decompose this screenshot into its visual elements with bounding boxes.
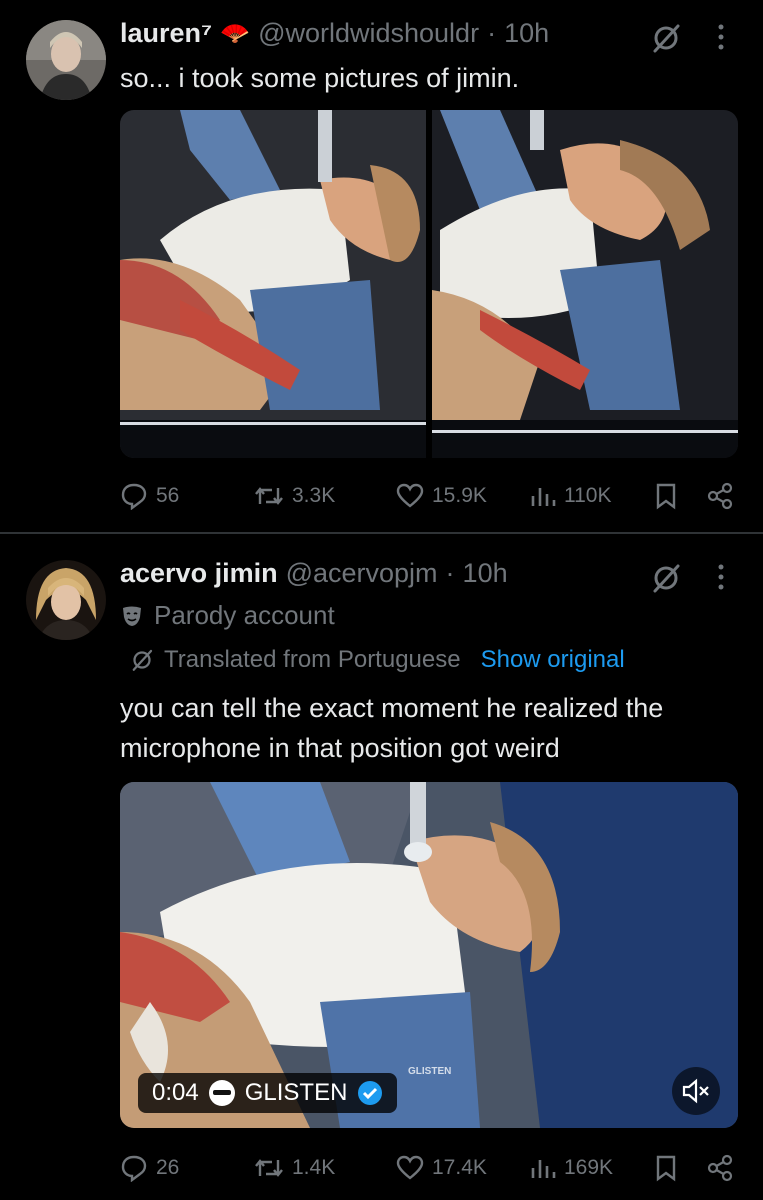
show-original-link[interactable]: Show original: [481, 646, 625, 674]
translation-notice: Translated from Portuguese Show original: [130, 646, 625, 674]
repost-button[interactable]: 3.3K: [254, 482, 335, 510]
tweet-2-text: you can tell the exact moment he realize…: [120, 688, 663, 768]
author-handle[interactable]: @acervopjm: [286, 558, 438, 589]
photo-2[interactable]: [432, 110, 738, 458]
translated-text: Translated from Portuguese: [164, 646, 461, 673]
share-icon[interactable]: [706, 1154, 734, 1182]
parody-label: Parody account: [120, 600, 335, 631]
repost-button[interactable]: 1.4K: [254, 1154, 335, 1182]
timestamp[interactable]: 10h: [463, 558, 508, 589]
separator-dot: ·: [487, 18, 497, 48]
channel-name[interactable]: GLISTEN: [245, 1079, 348, 1107]
like-button[interactable]: 15.9K: [396, 482, 487, 510]
reply-icon: [121, 483, 147, 510]
like-count: 15.9K: [432, 484, 487, 507]
grok-icon[interactable]: [650, 562, 682, 594]
translate-icon: [132, 649, 153, 671]
grok-icon[interactable]: [650, 22, 682, 54]
parody-text: Parody account: [154, 600, 335, 630]
verified-icon: [358, 1081, 383, 1105]
more-icon[interactable]: [716, 562, 726, 592]
mute-button[interactable]: [672, 1067, 720, 1115]
avatar-acervo-jimin[interactable]: [26, 560, 106, 640]
tweet-2-header: acervo jimin @acervopjm · 10h: [120, 558, 508, 589]
reply-icon: [121, 1155, 147, 1182]
like-button[interactable]: 17.4K: [396, 1154, 487, 1182]
avatar-lauren[interactable]: [26, 20, 106, 100]
repost-icon: [255, 487, 283, 505]
video-info-badge: 0:04 GLISTEN: [138, 1073, 398, 1113]
author-name[interactable]: acervo jimin: [120, 558, 278, 589]
video-watermark: GLISTEN: [408, 1066, 451, 1077]
tweet-1-media[interactable]: [120, 110, 738, 458]
like-icon: [396, 483, 424, 508]
repost-count: 3.3K: [292, 484, 336, 507]
like-count: 17.4K: [432, 1156, 487, 1179]
reply-count: 56: [156, 484, 180, 507]
views-button[interactable]: 169K: [530, 1154, 613, 1182]
repost-icon: [255, 1159, 283, 1177]
bookmark-icon[interactable]: [654, 1154, 678, 1182]
fan-emoji: 🪭: [220, 20, 251, 47]
tweet-1-actions: 56 3.3K 15.9K 110K: [120, 478, 740, 514]
reply-button[interactable]: 56: [120, 482, 179, 510]
parody-icon: [123, 606, 141, 626]
views-button[interactable]: 110K: [530, 482, 612, 510]
tweet-1-header: lauren⁷ 🪭 @worldwidshouldr · 10h: [120, 18, 549, 49]
timestamp[interactable]: 10h: [504, 18, 549, 49]
share-icon[interactable]: [706, 482, 734, 510]
reply-button[interactable]: 26: [120, 1154, 179, 1182]
tweet-2-actions: 26 1.4K 17.4K 169K: [120, 1150, 740, 1186]
view-count: 169K: [564, 1156, 614, 1179]
tweet-2-text-line-1: you can tell the exact moment he realize…: [120, 693, 664, 723]
reply-count: 26: [156, 1156, 180, 1179]
tweet-1-text: so... i took some pictures of jimin.: [120, 63, 520, 93]
mute-icon: [682, 1078, 709, 1104]
views-icon: [531, 1160, 556, 1178]
views-icon: [531, 488, 556, 506]
repost-count: 1.4K: [292, 1156, 336, 1179]
view-count: 110K: [564, 484, 612, 507]
channel-avatar: [208, 1080, 235, 1106]
separator-dot: ·: [445, 558, 455, 588]
author-handle[interactable]: @worldwidshouldr: [258, 18, 479, 49]
like-icon: [396, 1155, 424, 1180]
tweet-2-text-line-2: microphone in that position got weird: [120, 733, 560, 763]
bookmark-icon[interactable]: [654, 482, 678, 510]
photo-1[interactable]: [120, 110, 426, 458]
author-name[interactable]: lauren⁷: [120, 18, 212, 49]
more-icon[interactable]: [716, 22, 726, 52]
video-time: 0:04: [152, 1079, 199, 1106]
